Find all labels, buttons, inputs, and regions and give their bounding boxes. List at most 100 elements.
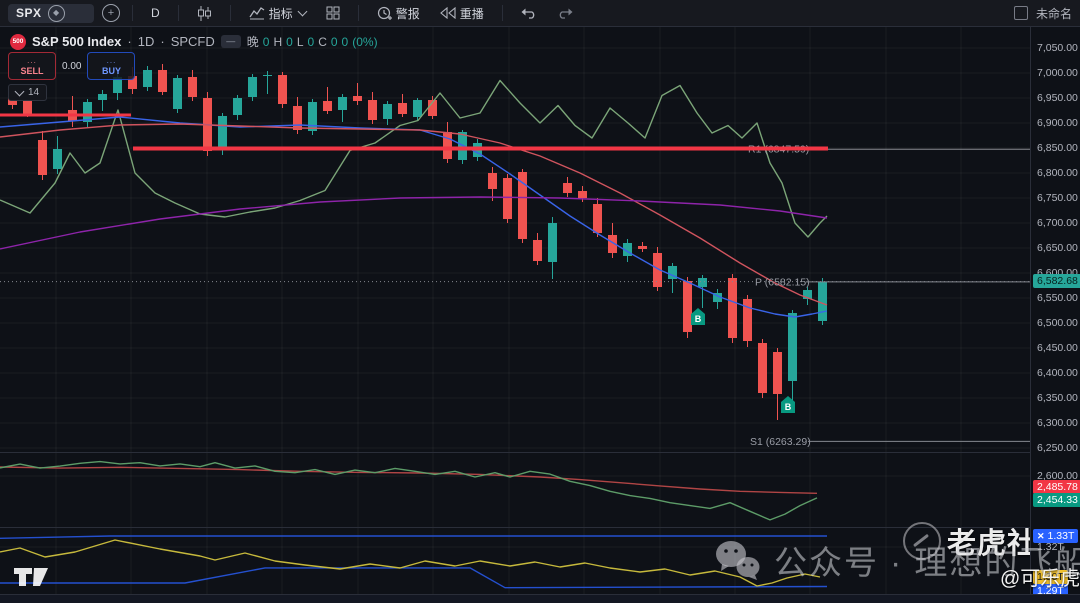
compare-symbol-icon[interactable]: ◆ — [47, 4, 65, 22]
undo-icon — [521, 8, 534, 19]
candle-body — [218, 116, 227, 150]
price-tick: 7,050.00 — [1037, 42, 1078, 54]
symbol-search[interactable]: SPX ◆ — [8, 3, 94, 23]
candle-body — [398, 103, 407, 114]
price-value-label: 2,485.78 — [1033, 480, 1080, 494]
candlestick-icon — [197, 5, 211, 21]
candle-body — [158, 70, 167, 92]
candle-body — [368, 100, 377, 120]
candle-body — [233, 98, 242, 115]
candle-body — [278, 75, 287, 104]
indicators-icon — [249, 7, 265, 20]
legend-symbol-title[interactable]: S&P 500 Index — [32, 34, 121, 49]
buy-button[interactable]: ... BUY — [87, 52, 136, 80]
price-axis[interactable]: 7,050.00 7,000.00 6,950.00 6,900.00 6,850.00… — [1030, 27, 1080, 598]
price-tick: 6,900.00 — [1037, 117, 1078, 129]
replay-button[interactable]: 重播 — [434, 2, 490, 24]
candle-body — [698, 278, 707, 287]
hide-series-button[interactable]: — — [220, 35, 241, 48]
chart-legend: 500 S&P 500 Index · 1D · SPCFD — 晚0 H0 L… — [10, 33, 378, 50]
price-tick: 6,550.00 — [1037, 292, 1078, 304]
pivot-label: P (6582.15) — [755, 276, 810, 288]
price-tick: 7,000.00 — [1037, 67, 1078, 79]
price-tick: 6,700.00 — [1037, 217, 1078, 229]
candle-body — [773, 352, 782, 394]
candle-body — [443, 132, 452, 159]
candle-body — [728, 278, 737, 338]
chart-style-button[interactable] — [191, 2, 218, 24]
price-tick: 6,400.00 — [1037, 367, 1078, 379]
interval-button[interactable]: D — [145, 2, 166, 24]
candle-body — [53, 149, 62, 169]
tradingview-logo[interactable] — [14, 566, 66, 588]
redo-button[interactable] — [551, 2, 579, 24]
candle-body — [548, 223, 557, 262]
candle-body — [323, 101, 332, 111]
candle-body — [143, 70, 152, 87]
author-watermark: @可乐虎 — [1000, 568, 1080, 590]
object-tree-badge[interactable]: 14 — [8, 84, 48, 101]
price-tick: 6,650.00 — [1037, 242, 1078, 254]
candle-body — [503, 178, 512, 219]
candle-body — [98, 94, 107, 100]
separator — [132, 5, 133, 21]
wechat-icon — [716, 541, 760, 580]
alerts-button[interactable]: 警报 — [371, 2, 426, 24]
price-tick: 6,850.00 — [1037, 142, 1078, 154]
chevron-down-icon — [14, 86, 25, 96]
price-tick: 6,250.00 — [1037, 442, 1078, 454]
spread-value: 0.00 — [62, 60, 82, 72]
separator — [177, 5, 179, 21]
candle-body — [818, 281, 827, 321]
alert-clock-icon — [377, 6, 392, 20]
buy-label: BUY — [101, 65, 121, 76]
pane2-green-line — [0, 460, 818, 521]
price-tick: 6,500.00 — [1037, 317, 1078, 329]
pane-separator[interactable] — [0, 452, 1080, 453]
candle-body — [488, 173, 497, 189]
price-tick: 6,450.00 — [1037, 342, 1078, 354]
separator — [229, 5, 231, 21]
main-chart-svg[interactable]: R1 (6847.59)P (6582.15)S1 (6263.29)BB — [0, 0, 1080, 603]
select-layout-checkbox[interactable] — [1013, 6, 1028, 20]
candle-body — [338, 97, 347, 110]
undo-button[interactable] — [515, 2, 543, 24]
indicators-button[interactable]: 指标 — [243, 2, 312, 24]
candle-body — [383, 104, 392, 119]
grid-layout-icon — [326, 6, 340, 20]
price-value-label: 2,454.33 — [1033, 493, 1080, 507]
price-tick: 6,950.00 — [1037, 92, 1078, 104]
redo-icon — [559, 8, 573, 19]
candle-body — [308, 102, 317, 131]
ohlc-values: 晚0 H0 L0 C0 0 (0%) — [246, 34, 378, 50]
symbol-name: SPX — [16, 6, 42, 20]
candle-body — [533, 240, 542, 261]
sell-label: SELL — [20, 65, 44, 76]
price-tick: 6,300.00 — [1037, 417, 1078, 429]
object-count: 14 — [28, 87, 40, 98]
candle-body — [683, 281, 692, 332]
price-tick: 6,350.00 — [1037, 392, 1078, 404]
candle-body — [353, 96, 362, 101]
pane3-blue-lower — [0, 567, 828, 589]
legend-interval[interactable]: 1D — [138, 34, 155, 49]
rewind-icon — [439, 7, 456, 19]
top-toolbar: SPX ◆ + D 指标 警报 重播 未命名 — [0, 0, 1080, 27]
candle-body — [38, 140, 47, 175]
sell-button[interactable]: ... SELL — [8, 52, 56, 80]
price-tick: 6,750.00 — [1037, 192, 1078, 204]
layout-name[interactable]: 未命名 — [1036, 5, 1072, 22]
candle-body — [173, 78, 182, 109]
pivot-label: S1 (6263.29) — [750, 436, 811, 448]
candle-body — [263, 75, 272, 76]
buy-price: ... — [106, 55, 117, 65]
layout-grid-button[interactable] — [320, 2, 346, 24]
candle-body — [593, 204, 602, 233]
legend-separator: · — [127, 34, 132, 49]
candle-body — [248, 77, 257, 97]
sell-price: ... — [27, 55, 37, 65]
add-symbol-icon[interactable]: + — [102, 4, 120, 22]
candle-body — [578, 191, 587, 198]
time-axis[interactable] — [0, 594, 1080, 603]
candle-body — [758, 343, 767, 393]
